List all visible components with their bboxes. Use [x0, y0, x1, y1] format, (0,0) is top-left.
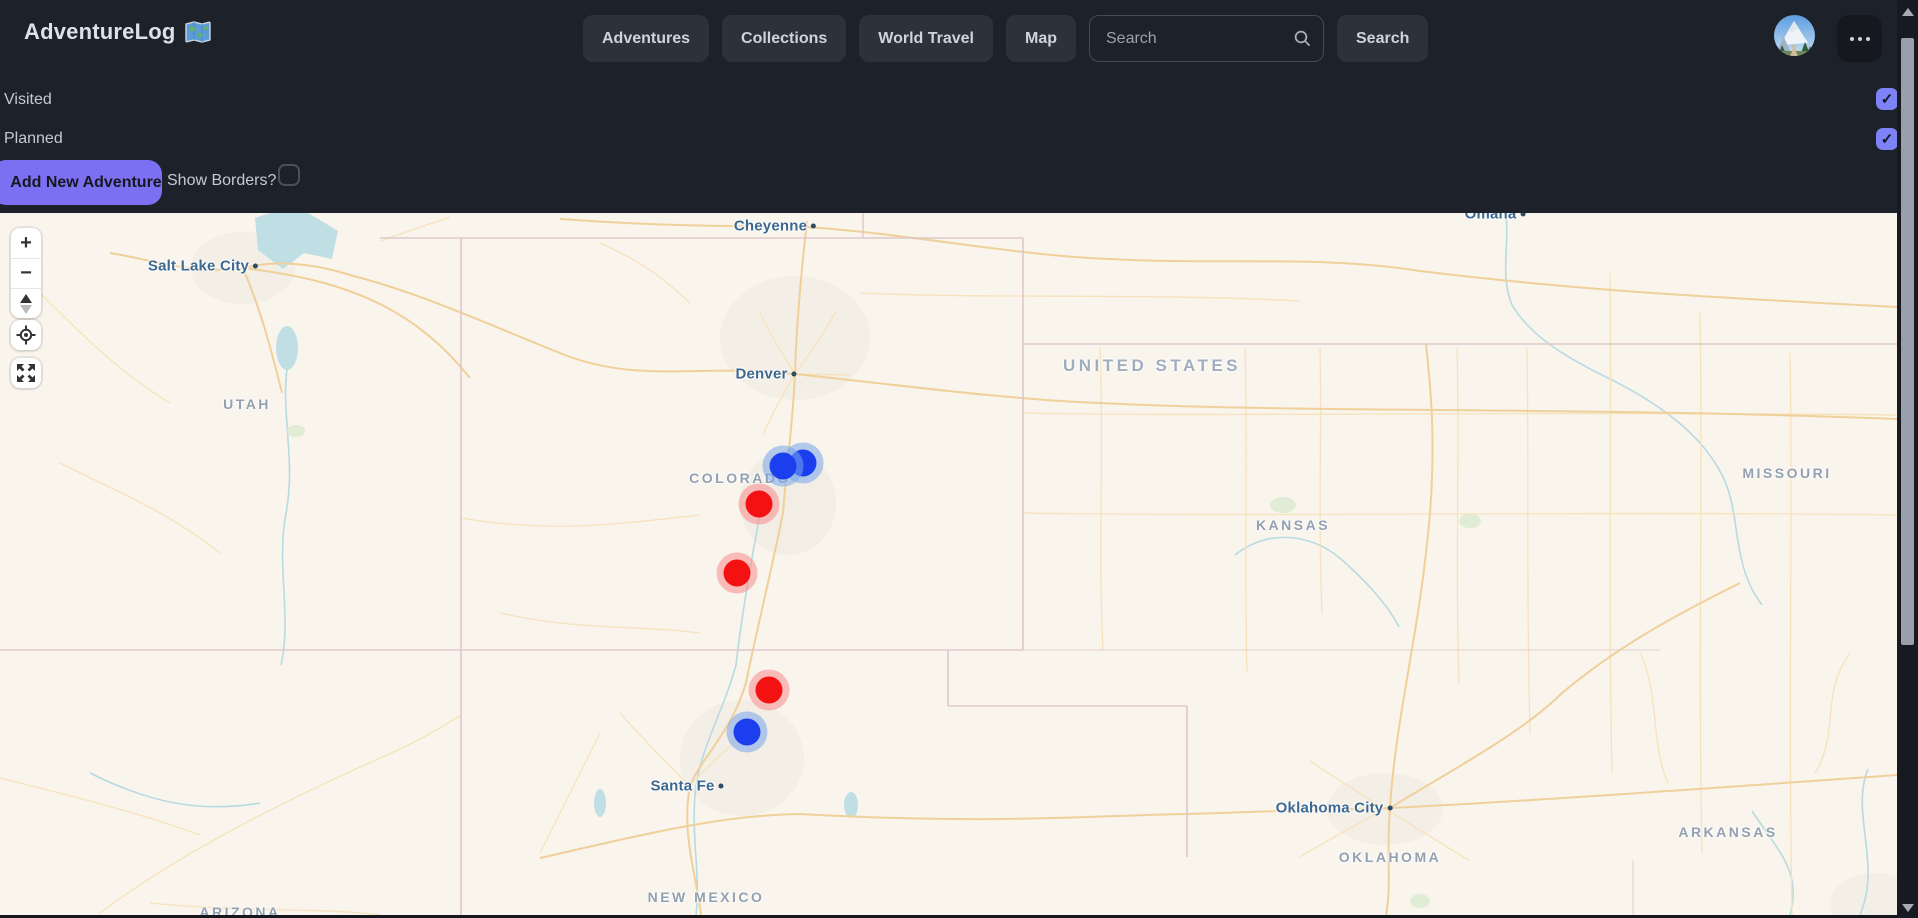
city-label-santa-fe: Santa Fe: [650, 778, 723, 795]
map[interactable]: Cheyenne Salt Lake City Denver Omaha Santa F…: [0, 213, 1897, 915]
show-borders-checkbox[interactable]: [278, 164, 300, 186]
nav-world-travel-button[interactable]: World Travel: [859, 15, 993, 62]
compass-north-icon: [20, 294, 32, 303]
scroll-up-arrow-icon[interactable]: [1902, 8, 1914, 16]
user-avatar[interactable]: [1774, 15, 1815, 56]
country-label-united-states: UNITED STATES: [1063, 356, 1241, 376]
visited-filter-label: Visited: [4, 91, 52, 109]
adventure-marker-visited[interactable]: [756, 677, 783, 704]
adventure-marker-visited[interactable]: [724, 560, 751, 587]
geolocate-button[interactable]: [11, 320, 41, 350]
mountain-landscape-icon: [1774, 15, 1815, 56]
app-title: AdventureLog: [24, 19, 176, 45]
page-scrollbar[interactable]: [1897, 0, 1918, 918]
show-borders-label: Show Borders?: [167, 172, 276, 190]
city-dot: [792, 372, 797, 377]
scrollbar-thumb[interactable]: [1901, 38, 1914, 645]
fullscreen-button[interactable]: [11, 358, 41, 388]
state-label-arizona: ARIZONA: [199, 904, 280, 915]
geolocate-icon: [16, 325, 36, 345]
state-label-missouri: MISSOURI: [1742, 465, 1831, 481]
zoom-out-button[interactable]: −: [11, 258, 41, 288]
visited-checkbox[interactable]: ✓: [1876, 88, 1898, 110]
ellipsis-icon: [1850, 37, 1854, 41]
map-zoom-controls: + −: [11, 228, 41, 318]
more-options-button[interactable]: [1837, 15, 1882, 62]
search-icon: [1294, 30, 1311, 47]
planned-filter-label: Planned: [4, 130, 63, 148]
city-label-omaha: Omaha: [1465, 213, 1526, 223]
planned-checkbox[interactable]: ✓: [1876, 128, 1898, 150]
search-input[interactable]: [1089, 15, 1324, 62]
state-label-utah: UTAH: [223, 396, 271, 412]
state-label-arkansas: ARKANSAS: [1678, 824, 1777, 840]
search-button[interactable]: Search: [1337, 15, 1428, 62]
state-label-oklahoma: OKLAHOMA: [1339, 849, 1441, 865]
nav-adventures-button[interactable]: Adventures: [583, 15, 709, 62]
nav-map-button[interactable]: Map: [1006, 15, 1076, 62]
scroll-down-arrow-icon[interactable]: [1902, 904, 1914, 912]
city-dot: [719, 784, 724, 789]
add-new-adventure-button[interactable]: Add New Adventure: [0, 160, 162, 205]
main-nav: Adventures Collections World Travel Map …: [583, 15, 1428, 62]
app-logo[interactable]: AdventureLog: [24, 19, 211, 45]
adventure-marker-planned[interactable]: [734, 719, 761, 746]
world-map-icon: [185, 21, 211, 43]
state-label-new-mexico: NEW MEXICO: [648, 889, 765, 905]
city-dot: [1520, 213, 1525, 217]
geolocate-control: [11, 320, 41, 350]
adventure-marker-visited[interactable]: [746, 491, 773, 518]
city-dot: [1387, 806, 1392, 811]
city-label-salt-lake-city: Salt Lake City: [148, 258, 258, 275]
zoom-in-button[interactable]: +: [11, 228, 41, 258]
city-dot: [253, 264, 258, 269]
city-label-denver: Denver: [735, 366, 796, 383]
city-label-oklahoma-city: Oklahoma City: [1276, 800, 1393, 817]
adventure-marker-planned[interactable]: [770, 453, 797, 480]
city-label-cheyenne: Cheyenne: [734, 218, 816, 235]
basemap-tiles: [0, 213, 1897, 915]
compass-button[interactable]: [11, 288, 41, 318]
compass-south-icon: [20, 305, 32, 314]
nav-collections-button[interactable]: Collections: [722, 15, 846, 62]
fullscreen-icon: [16, 363, 36, 383]
state-label-kansas: KANSAS: [1256, 517, 1330, 533]
city-dot: [811, 224, 816, 229]
fullscreen-control: [11, 358, 41, 388]
